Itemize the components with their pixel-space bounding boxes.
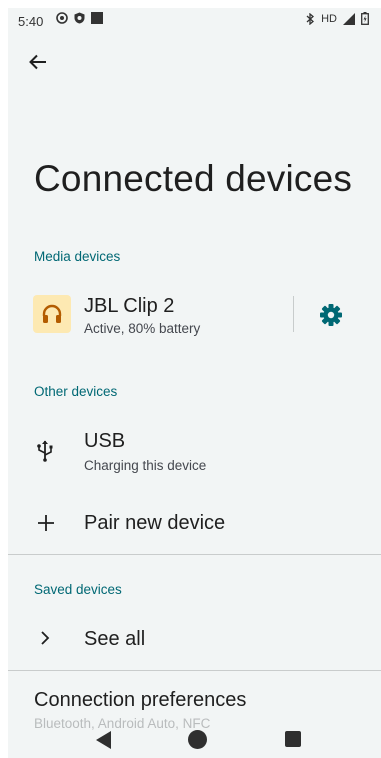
section-divider — [8, 670, 381, 671]
usb-subtitle: Charging this device — [84, 458, 207, 473]
pair-new-device-label: Pair new device — [84, 512, 226, 534]
media-devices-header: Media devices — [34, 249, 121, 264]
navigation-bar — [8, 720, 381, 758]
bluetooth-icon — [306, 12, 315, 25]
headphones-icon — [42, 304, 62, 323]
section-divider — [8, 554, 381, 555]
square-notification-icon — [91, 12, 103, 24]
device-status: Active, 80% battery — [84, 321, 201, 336]
nav-recents-button[interactable] — [285, 731, 301, 747]
page-title: Connected devices — [34, 158, 353, 199]
sync-icon — [56, 12, 68, 24]
plus-icon — [38, 515, 54, 531]
device-settings-button[interactable] — [318, 302, 344, 328]
usb-icon — [37, 440, 53, 462]
connection-preferences-title: Connection preferences — [34, 689, 247, 711]
vertical-divider — [293, 296, 294, 332]
gear-icon — [320, 304, 342, 326]
other-devices-header: Other devices — [34, 384, 118, 399]
shield-icon — [74, 12, 85, 24]
device-icon-container — [33, 295, 71, 333]
chevron-right-icon — [41, 631, 50, 645]
status-bar: 5:40 HD — [8, 8, 381, 34]
saved-devices-header: Saved devices — [34, 582, 122, 597]
status-time: 5:40 — [18, 14, 44, 29]
back-button[interactable] — [26, 50, 50, 74]
signal-icon — [343, 12, 355, 25]
see-all-label: See all — [84, 628, 146, 650]
nav-back-button[interactable] — [94, 730, 112, 750]
arrow-back-icon — [29, 54, 46, 70]
notification-icons — [56, 12, 103, 24]
nav-home-button[interactable] — [188, 730, 207, 749]
battery-icon — [361, 12, 369, 25]
see-all-row[interactable] — [8, 614, 381, 666]
settings-screen: 5:40 HD Connected devices Media devices … — [8, 8, 381, 758]
device-name: JBL Clip 2 — [84, 295, 175, 317]
usb-title: USB — [84, 430, 126, 452]
system-status-icons: HD — [305, 12, 369, 25]
network-type-label: HD — [321, 12, 337, 25]
